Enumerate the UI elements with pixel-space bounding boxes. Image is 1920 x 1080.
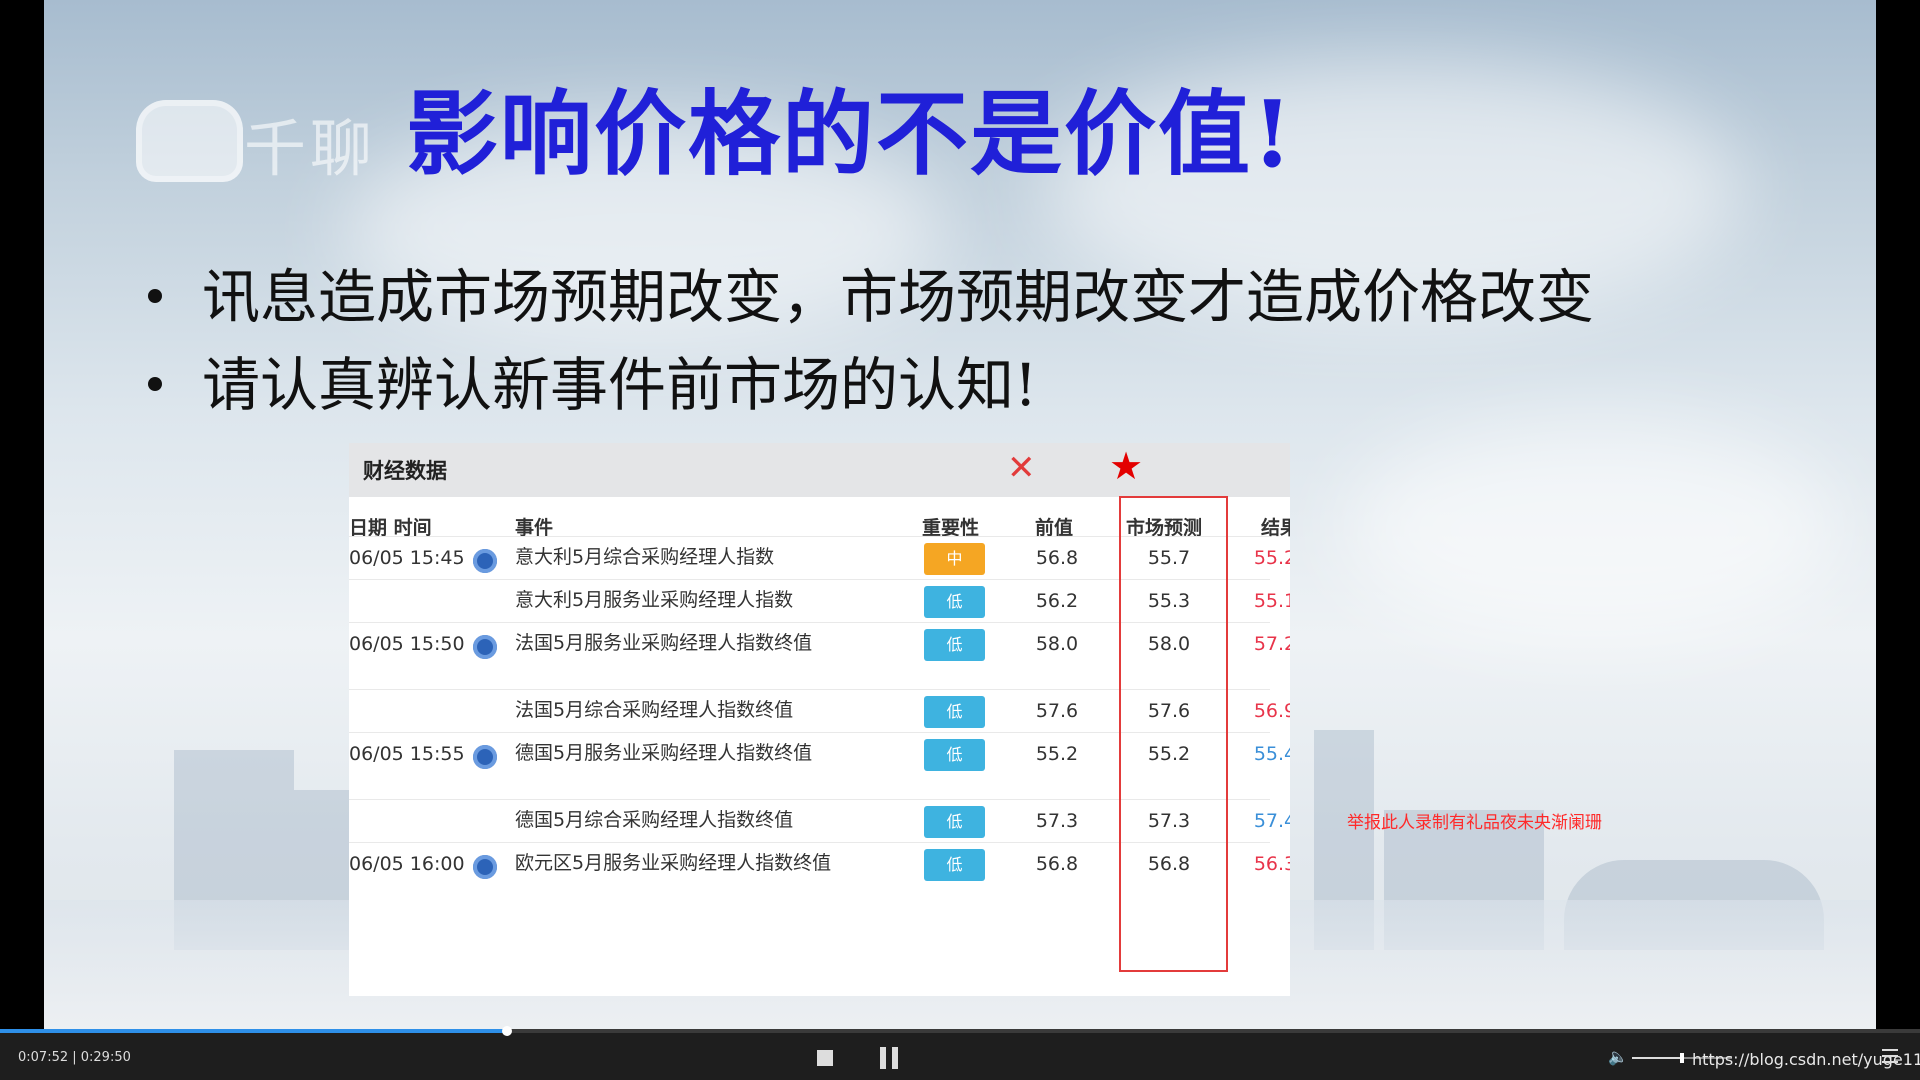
row-result: 55.1 bbox=[1253, 590, 1290, 612]
importance-badge: 低 bbox=[924, 739, 985, 771]
player-control-bar bbox=[0, 1030, 1920, 1080]
row-result: 56.9 bbox=[1253, 700, 1290, 722]
bullet-item: 讯息造成市场预期改变，市场预期改变才造成价格改变 bbox=[148, 250, 1594, 334]
row-previous: 57.3 bbox=[1035, 810, 1079, 832]
playback-time: 0:07:52 | 0:29:50 bbox=[18, 1050, 131, 1065]
watermark-logo-icon bbox=[136, 100, 243, 182]
forecast-highlight-box bbox=[1119, 496, 1228, 972]
globe-icon bbox=[473, 549, 497, 573]
bullet-text: 讯息造成市场预期改变，市场预期改变才造成价格改变 bbox=[202, 263, 1595, 331]
row-result: 57.4 bbox=[1253, 810, 1290, 832]
importance-badge: 低 bbox=[924, 806, 985, 838]
row-previous: 58.0 bbox=[1035, 633, 1079, 655]
table-title: 财经数据 bbox=[363, 459, 447, 483]
watermark-text: 千聊 bbox=[244, 112, 377, 185]
progress-fill bbox=[0, 1029, 507, 1033]
importance-badge: 低 bbox=[924, 586, 985, 618]
row-previous: 56.2 bbox=[1035, 590, 1079, 612]
row-result: 55.4 bbox=[1253, 743, 1290, 765]
row-event[interactable]: 欧元区5月服务业采购经理人指数终值 bbox=[515, 847, 835, 879]
row-event[interactable]: 法国5月服务业采购经理人指数终值 bbox=[515, 627, 835, 659]
globe-icon bbox=[473, 745, 497, 769]
globe-icon bbox=[473, 635, 497, 659]
row-result: 57.2 bbox=[1253, 633, 1290, 655]
row-datetime: 06/05 15:45 bbox=[349, 547, 465, 569]
row-previous: 55.2 bbox=[1035, 743, 1079, 765]
slide-title: 影响价格的不是价值! bbox=[406, 80, 1295, 188]
importance-badge: 低 bbox=[924, 696, 985, 728]
slide: 千聊 影响价格的不是价值! 讯息造成市场预期改变，市场预期改变才造成价格改变 请… bbox=[44, 0, 1876, 1030]
bullet-dot-icon bbox=[148, 288, 162, 303]
row-datetime: 06/05 15:50 bbox=[349, 633, 465, 655]
row-previous: 56.8 bbox=[1035, 547, 1079, 569]
volume-handle[interactable] bbox=[1680, 1053, 1684, 1063]
volume-fill bbox=[1632, 1057, 1682, 1059]
row-previous: 57.6 bbox=[1035, 700, 1079, 722]
report-overlay-text: 举报此人录制有礼品夜未央渐阑珊 bbox=[1347, 813, 1602, 833]
importance-badge: 低 bbox=[924, 629, 985, 661]
pause-icon[interactable] bbox=[880, 1047, 900, 1069]
row-previous: 56.8 bbox=[1035, 853, 1079, 875]
row-event[interactable]: 意大利5月综合采购经理人指数 bbox=[515, 541, 835, 573]
row-result: 55.2 bbox=[1253, 547, 1290, 569]
bullet-dot-icon bbox=[148, 376, 162, 391]
cloud-decoration bbox=[1344, 420, 1844, 640]
bullet-item: 请认真辨认新事件前市场的认知! bbox=[148, 338, 1037, 422]
row-datetime: 06/05 16:00 bbox=[349, 853, 465, 875]
importance-badge: 低 bbox=[924, 849, 985, 881]
row-event[interactable]: 意大利5月服务业采购经理人指数 bbox=[515, 584, 835, 616]
row-event[interactable]: 德国5月服务业采购经理人指数终值 bbox=[515, 737, 835, 769]
menu-icon[interactable] bbox=[1882, 1049, 1898, 1063]
row-result: 56.3 bbox=[1253, 853, 1290, 875]
star-mark-icon: ★ bbox=[1109, 444, 1144, 488]
progress-handle[interactable] bbox=[501, 1026, 512, 1036]
cross-mark-icon: ✕ bbox=[1007, 448, 1036, 488]
importance-badge: 中 bbox=[924, 543, 985, 575]
row-event[interactable]: 法国5月综合采购经理人指数终值 bbox=[515, 694, 835, 726]
volume-icon[interactable]: 🔈 bbox=[1608, 1047, 1628, 1066]
row-datetime: 06/05 15:55 bbox=[349, 743, 465, 765]
table-header-bar: 财经数据 ✕ ★ bbox=[349, 443, 1290, 497]
stop-icon[interactable] bbox=[817, 1050, 833, 1066]
bullet-text: 请认真辨认新事件前市场的认知! bbox=[202, 351, 1038, 419]
row-event[interactable]: 德国5月综合采购经理人指数终值 bbox=[515, 804, 835, 836]
globe-icon bbox=[473, 855, 497, 879]
finance-data-table: 财经数据 ✕ ★ 日期 时间 事件 重要性 前值 市场预测 结果 06/05 1… bbox=[349, 443, 1290, 996]
